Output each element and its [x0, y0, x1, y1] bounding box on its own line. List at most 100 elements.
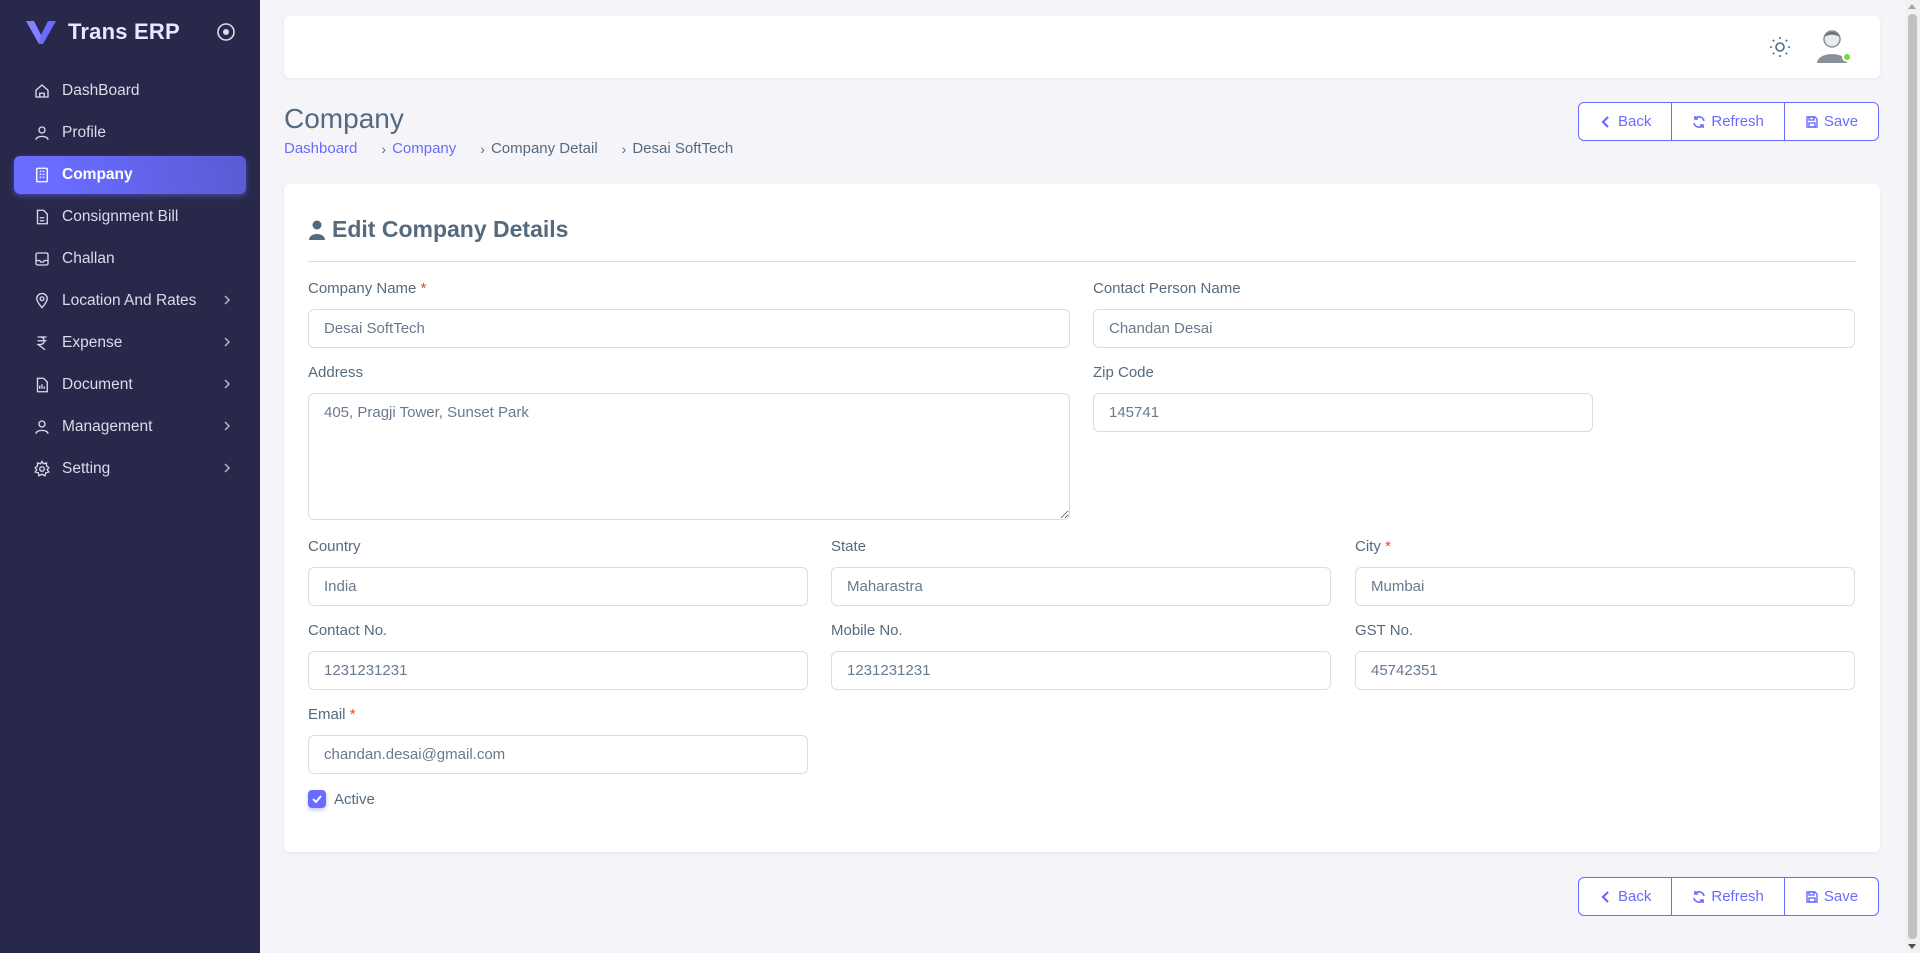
- chevron-left-icon: [1601, 890, 1609, 903]
- email-label: Email *: [308, 706, 356, 723]
- brand-logo-icon: [26, 21, 56, 44]
- zip-code-label: Zip Code: [1093, 364, 1154, 381]
- floppy-disk-icon: [1806, 890, 1818, 903]
- zip-code-input[interactable]: [1093, 393, 1593, 432]
- sidebar-item-label: Document: [62, 376, 133, 393]
- chevron-right-icon: [224, 295, 231, 305]
- page-scrollbar[interactable]: [1905, 0, 1920, 953]
- scroll-down-arrow[interactable]: [1908, 944, 1916, 949]
- scroll-up-arrow[interactable]: [1908, 4, 1916, 9]
- sidebar-item-management[interactable]: Management: [14, 408, 246, 446]
- breadcrumb-company[interactable]: Company: [392, 140, 456, 157]
- sidebar-item-label: Setting: [62, 460, 111, 477]
- sidebar-menu: DashBoard Profile Company Consignment Bi…: [0, 72, 260, 488]
- sidebar-item-document[interactable]: Document: [14, 366, 246, 404]
- document-icon: [32, 375, 52, 395]
- sidebar-item-label: DashBoard: [62, 82, 140, 99]
- breadcrumb-separator: ›: [621, 140, 627, 157]
- city-label: City *: [1355, 538, 1391, 555]
- refresh-button[interactable]: Refresh: [1672, 103, 1785, 140]
- bottom-action-buttons: Back Refresh Save: [1578, 877, 1880, 916]
- breadcrumb-separator: ›: [381, 140, 387, 157]
- sidebar-item-dashboard[interactable]: DashBoard: [14, 72, 246, 110]
- breadcrumb-separator: ›: [480, 140, 485, 157]
- online-status-dot: [1842, 52, 1852, 62]
- inbox-icon: [32, 249, 52, 269]
- avatar[interactable]: [1812, 25, 1852, 65]
- chevron-right-icon: [224, 421, 231, 431]
- sidebar-item-setting[interactable]: Setting: [14, 450, 246, 488]
- contact-person-input[interactable]: [1093, 309, 1855, 348]
- refresh-button[interactable]: Refresh: [1672, 878, 1785, 915]
- back-button[interactable]: Back: [1579, 878, 1673, 915]
- edit-company-card: Edit Company Details Company Name * Cont…: [284, 184, 1880, 852]
- top-action-buttons: Back Refresh Save: [1578, 102, 1880, 141]
- mobile-no-label: Mobile No.: [831, 622, 903, 639]
- chevron-left-icon: [1601, 115, 1609, 128]
- company-name-label: Company Name *: [308, 280, 427, 297]
- active-checkbox-label: Active: [334, 790, 375, 808]
- sidebar-toggle-icon[interactable]: [216, 22, 236, 42]
- refresh-icon: [1693, 890, 1706, 903]
- chevron-right-icon: [224, 463, 231, 473]
- refresh-icon: [1693, 115, 1706, 128]
- contact-no-input[interactable]: [308, 651, 808, 690]
- sidebar-item-location-and-rates[interactable]: Location And Rates: [14, 282, 246, 320]
- sidebar-item-company[interactable]: Company: [14, 156, 246, 194]
- sun-icon[interactable]: [1768, 35, 1792, 59]
- user-icon: [32, 417, 52, 437]
- scroll-thumb[interactable]: [1908, 14, 1917, 939]
- sidebar-item-consignment-bill[interactable]: Consignment Bill: [14, 198, 246, 236]
- mobile-no-input[interactable]: [831, 651, 1331, 690]
- check-icon: [312, 795, 322, 804]
- card-divider: [308, 261, 1856, 262]
- map-pin-icon: [32, 291, 52, 311]
- chevron-right-icon: [224, 337, 231, 347]
- active-checkbox[interactable]: [308, 790, 326, 808]
- save-button[interactable]: Save: [1785, 103, 1878, 140]
- breadcrumb-dashboard[interactable]: Dashboard: [284, 140, 357, 157]
- card-title: Edit Company Details: [308, 216, 568, 243]
- home-icon: [32, 81, 52, 101]
- brand-name: Trans ERP: [68, 19, 180, 44]
- rupee-icon: [32, 333, 52, 353]
- city-input[interactable]: [1355, 567, 1855, 606]
- sidebar-item-label: Company: [62, 166, 133, 183]
- state-input[interactable]: [831, 567, 1331, 606]
- gear-icon: [32, 459, 52, 479]
- active-checkbox-wrap: Active: [308, 790, 375, 808]
- email-field[interactable]: [308, 735, 808, 774]
- sidebar-item-expense[interactable]: Expense: [14, 324, 246, 362]
- sidebar-item-label: Challan: [62, 250, 115, 267]
- building-icon: [32, 165, 52, 185]
- user-solid-icon: [309, 220, 325, 240]
- contact-person-label: Contact Person Name: [1093, 280, 1241, 297]
- floppy-disk-icon: [1806, 115, 1818, 128]
- sidebar: Trans ERP DashBoard Profile Company Cons…: [0, 0, 260, 953]
- sidebar-item-label: Expense: [62, 334, 123, 351]
- contact-no-label: Contact No.: [308, 622, 388, 639]
- chevron-right-icon: [224, 379, 231, 389]
- company-name-input[interactable]: [308, 309, 1070, 348]
- breadcrumb-current: Desai SoftTech: [632, 140, 734, 157]
- top-navbar: [284, 16, 1880, 78]
- address-label: Address: [308, 364, 364, 381]
- sidebar-item-label: Consignment Bill: [62, 208, 179, 225]
- state-label: State: [831, 538, 867, 555]
- address-textarea[interactable]: 405, Pragji Tower, Sunset Park: [308, 393, 1070, 520]
- user-icon: [32, 123, 52, 143]
- gst-no-input[interactable]: [1355, 651, 1855, 690]
- country-input[interactable]: [308, 567, 808, 606]
- sidebar-item-challan[interactable]: Challan: [14, 240, 246, 278]
- sidebar-item-label: Management: [62, 418, 153, 435]
- back-button[interactable]: Back: [1579, 103, 1673, 140]
- gst-no-label: GST No.: [1355, 622, 1414, 639]
- sidebar-item-label: Profile: [62, 124, 106, 141]
- save-button[interactable]: Save: [1785, 878, 1878, 915]
- file-icon: [32, 207, 52, 227]
- breadcrumb: Dashboard › Company › Company Detail › D…: [284, 140, 733, 157]
- sidebar-item-profile[interactable]: Profile: [14, 114, 246, 152]
- country-label: Country: [308, 538, 361, 555]
- page-title: Company: [284, 103, 404, 134]
- sidebar-item-label: Location And Rates: [62, 292, 197, 309]
